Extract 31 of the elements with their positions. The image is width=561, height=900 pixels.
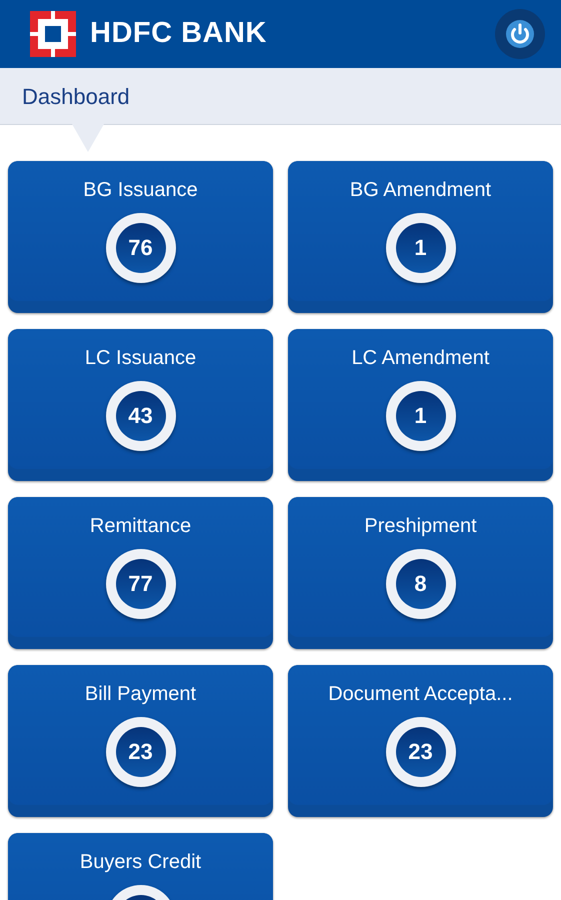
dashboard-tile[interactable]: Document Accepta... 23 xyxy=(288,665,553,817)
power-icon xyxy=(505,19,535,49)
power-button[interactable] xyxy=(495,9,545,59)
tile-title: Remittance xyxy=(90,514,192,539)
count-value: 77 xyxy=(128,573,153,595)
tile-title: Bill Payment xyxy=(84,682,196,707)
dashboard-tile[interactable]: Preshipment 8 xyxy=(288,497,553,649)
count-value: 23 xyxy=(128,741,153,763)
dashboard-tile[interactable]: LC Amendment 1 xyxy=(288,329,553,481)
dashboard-tile[interactable]: Buyers Credit xyxy=(8,833,273,900)
tile-title: BG Issuance xyxy=(83,178,198,203)
tile-title: Preshipment xyxy=(364,514,477,539)
tile-title: Document Accepta... xyxy=(328,682,513,707)
brand-name: HDFC BANK xyxy=(90,16,267,52)
page-title: Dashboard xyxy=(22,82,130,110)
dashboard-tile[interactable]: BG Issuance 76 xyxy=(8,161,273,313)
tile-title: LC Amendment xyxy=(352,346,490,371)
tile-title: LC Issuance xyxy=(84,346,196,371)
count-value: 23 xyxy=(408,741,433,763)
dashboard-tile[interactable]: Bill Payment 23 xyxy=(8,665,273,817)
tile-title: BG Amendment xyxy=(350,178,492,203)
tile-title: Buyers Credit xyxy=(80,850,202,875)
dashboard-tile[interactable]: LC Issuance 43 xyxy=(8,329,273,481)
count-value: 1 xyxy=(414,405,427,427)
dashboard-tile[interactable]: BG Amendment 1 xyxy=(288,161,553,313)
count-value: 1 xyxy=(414,237,427,259)
count-value: 76 xyxy=(128,237,153,259)
count-value: 43 xyxy=(128,405,153,427)
dashboard-tile[interactable]: Remittance 77 xyxy=(8,497,273,649)
count-value: 8 xyxy=(414,573,427,595)
bank-logo-icon xyxy=(30,11,76,57)
